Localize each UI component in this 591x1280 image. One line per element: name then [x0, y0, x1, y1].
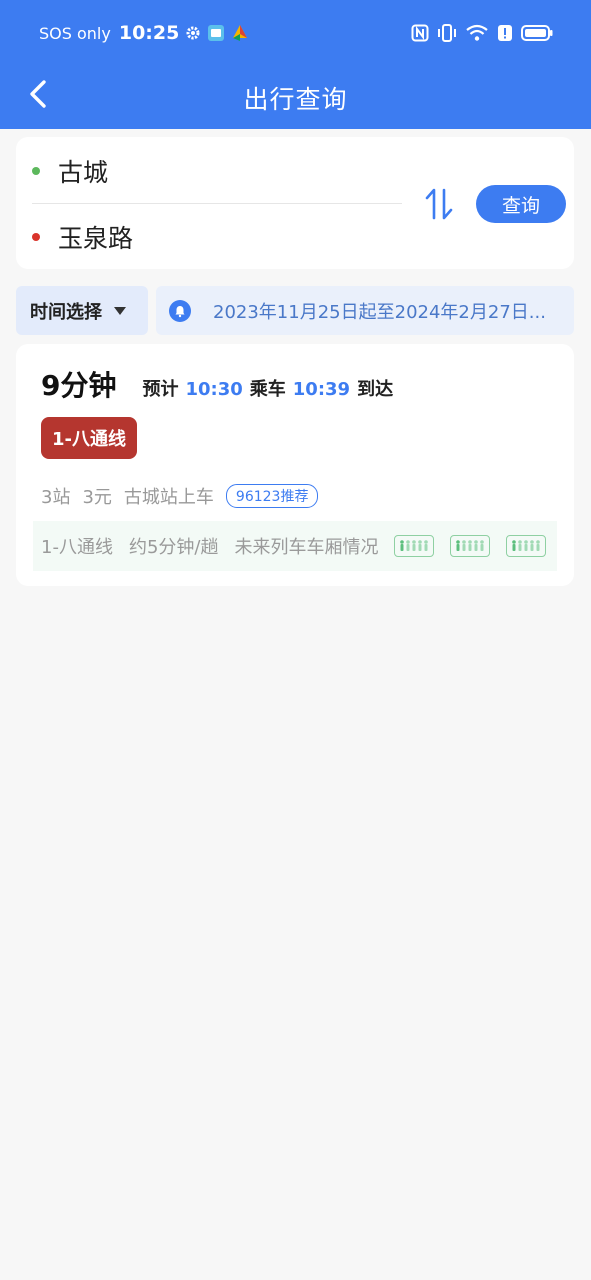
arrive-suffix: 到达 [357, 379, 394, 400]
page-title: 出行查询 [243, 84, 348, 114]
app-header: SOS only 10:25 出行查询 [0, 0, 591, 129]
recommend-tag: 96123推荐 [225, 484, 319, 508]
carriage-crowd-icon [450, 535, 491, 557]
chevron-left-icon [30, 80, 46, 108]
train-info-bar: 1-八通线 约5分钟/趟 未来列车车厢情况 [33, 521, 557, 571]
origin-dot [32, 167, 40, 175]
vibrate-icon [437, 24, 457, 42]
line-badge: 1-八通线 [41, 417, 137, 459]
fare: 3元 [82, 487, 112, 508]
status-left: SOS only 10:25 [39, 22, 249, 44]
app-icon-2 [231, 24, 249, 42]
status-right [411, 24, 553, 42]
arrive-time: 10:39 [292, 379, 351, 400]
from-station-name: 古城 [58, 158, 109, 187]
notice-bar[interactable]: 2023年11月25日起至2024年2月27日... [156, 286, 574, 335]
query-button[interactable]: 查询 [476, 185, 566, 223]
from-station-row[interactable]: 古城 [32, 141, 108, 201]
bell-icon [169, 299, 191, 322]
trip-result-card[interactable]: 9分钟 预计 10:30 乘车 10:39 到达 1-八通线 3站 3元 古城站… [16, 344, 574, 586]
time-select-dropdown[interactable]: 时间选择 [16, 286, 148, 335]
alert-icon [497, 24, 513, 42]
to-station-row[interactable]: 玉泉路 [32, 207, 133, 267]
trip-header: 9分钟 预计 10:30 乘车 10:39 到达 [41, 364, 393, 404]
route-card: 古城 玉泉路 查询 [16, 137, 574, 269]
status-bar: SOS only 10:25 [0, 0, 591, 66]
nav-bar: 出行查询 [0, 66, 591, 129]
depart-time: 10:30 [185, 379, 243, 400]
train-line-name: 1-八通线 [41, 537, 113, 558]
depart-suffix: 乘车 [249, 379, 286, 400]
nfc-icon [411, 24, 429, 42]
carrier-text: SOS only [39, 23, 111, 43]
gear-icon [185, 25, 201, 41]
carriage-crowd-icon [506, 535, 547, 557]
notice-text: 2023年11月25日起至2024年2月27日... [213, 301, 546, 323]
to-station-name: 玉泉路 [58, 224, 134, 253]
destination-dot [32, 233, 40, 241]
swap-stations-button[interactable] [422, 186, 456, 222]
stop-divider [32, 203, 402, 204]
depart-prefix: 预计 [142, 379, 179, 400]
battery-icon [521, 24, 553, 42]
caret-down-icon [114, 306, 126, 315]
trip-meta: 3站 3元 古城站上车 96123推荐 [41, 483, 319, 509]
trip-duration: 9分钟 [41, 369, 117, 402]
train-frequency: 约5分钟/趟 [128, 537, 219, 558]
status-clock: 10:25 [118, 22, 180, 44]
app-icon [207, 24, 225, 42]
back-button[interactable] [18, 74, 58, 114]
swap-icon [425, 188, 453, 220]
boarding-station: 古城站上车 [123, 487, 214, 508]
station-count: 3站 [41, 487, 71, 508]
carriage-crowd-icon [394, 535, 435, 557]
time-select-label: 时间选择 [30, 301, 102, 323]
wifi-icon [465, 24, 489, 42]
crowd-label: 未来列车车厢情况 [234, 537, 379, 558]
